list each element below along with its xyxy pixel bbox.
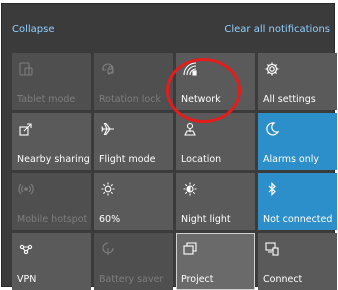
- action-center-panel: Collapse Clear all notifications Tablet …: [2, 4, 337, 290]
- tile-label: Location: [181, 154, 222, 165]
- quick-action-night-light[interactable]: Night light: [176, 173, 255, 230]
- quick-actions-grid: Tablet mode Rotation lock Network All se…: [12, 53, 337, 290]
- tile-label: Tablet mode: [17, 94, 76, 105]
- tile-label: Not connected: [263, 214, 333, 225]
- tile-label: Battery saver: [99, 274, 164, 285]
- quick-action-connect[interactable]: Connect: [258, 233, 337, 290]
- network-icon: [182, 61, 198, 77]
- quick-action-network[interactable]: Network: [176, 53, 255, 110]
- brightness-icon: [100, 181, 116, 197]
- tile-label: Project: [181, 274, 214, 285]
- clear-all-notifications-link[interactable]: Clear all notifications: [224, 24, 330, 35]
- gear-icon: [264, 61, 280, 77]
- airplane-icon: [100, 121, 116, 137]
- quick-action-flight-mode[interactable]: Flight mode: [94, 113, 173, 170]
- moon-icon: [264, 121, 280, 137]
- collapse-link[interactable]: Collapse: [12, 24, 55, 35]
- rotation-lock-icon: [100, 61, 116, 77]
- quick-action-mobile-hotspot[interactable]: Mobile hotspot: [12, 173, 91, 230]
- tile-label: VPN: [17, 274, 37, 285]
- project-icon: [182, 241, 198, 257]
- quick-action-brightness[interactable]: 60%: [94, 173, 173, 230]
- quick-action-vpn[interactable]: VPN: [12, 233, 91, 290]
- quick-action-bluetooth[interactable]: Not connected: [258, 173, 337, 230]
- nearby-sharing-icon: [18, 121, 34, 137]
- tile-label: Mobile hotspot: [17, 214, 88, 225]
- vpn-icon: [18, 241, 34, 257]
- quick-action-alarms-only[interactable]: Alarms only: [258, 113, 337, 170]
- quick-action-all-settings[interactable]: All settings: [258, 53, 337, 110]
- night-light-icon: [182, 181, 198, 197]
- location-icon: [182, 121, 198, 137]
- tile-label: Network: [181, 94, 221, 105]
- quick-action-rotation-lock[interactable]: Rotation lock: [94, 53, 173, 110]
- tile-label: All settings: [263, 94, 316, 105]
- tile-label: 60%: [99, 214, 121, 225]
- mobile-hotspot-icon: [18, 181, 34, 197]
- tablet-mode-icon: [18, 61, 34, 77]
- connect-icon: [264, 241, 280, 257]
- tile-label: Nearby sharing: [17, 154, 90, 165]
- quick-action-project[interactable]: Project: [176, 233, 255, 290]
- tile-label: Flight mode: [99, 154, 156, 165]
- quick-action-tablet-mode[interactable]: Tablet mode: [12, 53, 91, 110]
- battery-saver-icon: [100, 241, 116, 257]
- bluetooth-icon: [264, 181, 280, 197]
- quick-action-location[interactable]: Location: [176, 113, 255, 170]
- tile-label: Rotation lock: [99, 94, 161, 105]
- quick-action-nearby-sharing[interactable]: Nearby sharing: [12, 113, 91, 170]
- tile-label: Alarms only: [263, 154, 320, 165]
- action-center-header: Collapse Clear all notifications: [2, 4, 334, 48]
- quick-action-battery-saver[interactable]: Battery saver: [94, 233, 173, 290]
- tile-label: Night light: [181, 214, 231, 225]
- tile-label: Connect: [263, 274, 303, 285]
